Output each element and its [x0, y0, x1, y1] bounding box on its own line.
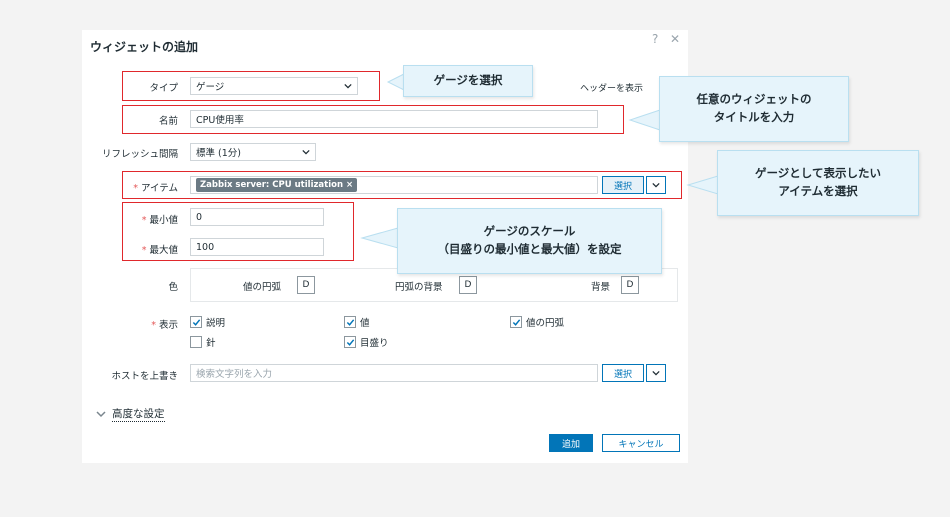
checkbox-label: 説明 [206, 318, 226, 329]
callout-type-text: ゲージを選択 [433, 73, 503, 88]
required-mark: * [151, 320, 156, 331]
show-value-checkbox[interactable]: 値 [344, 315, 370, 329]
callout-title-line2: タイトルを入力 [713, 110, 795, 124]
advanced-settings-toggle[interactable]: 高度な設定 [96, 406, 165, 422]
host-dropdown-button[interactable] [646, 364, 666, 382]
checkbox-label: 針 [206, 338, 216, 349]
refresh-select[interactable]: 標準 (1分) [190, 143, 316, 161]
chevron-down-icon [302, 149, 310, 155]
color-label-background: 背景 [591, 282, 611, 293]
callout-title-line1: 任意のウィジェットの [696, 92, 812, 107]
checkbox-box [190, 336, 202, 348]
advanced-settings-label: 高度な設定 [112, 408, 165, 422]
show-value-arc-checkbox[interactable]: 値の円弧 [510, 315, 564, 329]
check-icon [192, 318, 200, 326]
refresh-value: 標準 (1分) [196, 148, 241, 159]
callout-item-line2: アイテムを選択 [778, 184, 858, 198]
close-icon[interactable]: ✕ [670, 32, 680, 46]
add-button[interactable]: 追加 [549, 434, 593, 452]
callout-scale-line2: （目盛りの最小値と最大値）を設定 [437, 242, 622, 256]
callout-scale: ゲージのスケール （目盛りの最小値と最大値）を設定 [397, 208, 662, 274]
highlight-name [122, 105, 624, 134]
color-swatch-value-arc[interactable]: D [297, 276, 315, 294]
host-select-button[interactable]: 選択 [602, 364, 644, 382]
check-icon [346, 318, 354, 326]
checkbox-box [344, 336, 356, 348]
highlight-type [122, 71, 380, 101]
checkbox-label: 値 [360, 318, 370, 329]
checkbox-box [344, 316, 356, 328]
show-label: * 表示 [82, 317, 178, 331]
highlight-min-max [122, 202, 354, 261]
show-description-checkbox[interactable]: 説明 [190, 315, 225, 329]
callout-type: ゲージを選択 [403, 65, 533, 97]
dialog-title: ウィジェットの追加 [90, 40, 199, 54]
check-icon [512, 318, 520, 326]
checkbox-label: 値の円弧 [526, 318, 565, 329]
callout-pointer-item [686, 175, 719, 195]
help-icon[interactable]: ? [652, 32, 658, 46]
color-swatch-arc-background[interactable]: D [459, 276, 477, 294]
host-override-label: ホストを上書き [111, 371, 178, 382]
color-label-arc-background: 円弧の背景 [395, 282, 443, 293]
color-label-value-arc: 値の円弧 [243, 282, 282, 293]
checkbox-box [190, 316, 202, 328]
show-header-label[interactable]: ヘッダーを表示 [580, 81, 643, 94]
checkbox-box [510, 316, 522, 328]
show-needle-checkbox[interactable]: 針 [190, 335, 216, 349]
show-scale-checkbox[interactable]: 目盛り [344, 335, 389, 349]
callout-item: ゲージとして表示したい アイテムを選択 [717, 150, 919, 216]
color-label: 色 [168, 282, 178, 293]
check-icon [346, 338, 354, 346]
chevron-down-icon [96, 411, 106, 418]
callout-scale-line1: ゲージのスケール [483, 224, 576, 239]
cancel-button[interactable]: キャンセル [602, 434, 680, 452]
color-swatch-background[interactable]: D [621, 276, 639, 294]
callout-title: 任意のウィジェットの タイトルを入力 [659, 76, 849, 142]
callout-item-line1: ゲージとして表示したい [755, 166, 881, 181]
host-override-input[interactable]: 検索文字列を入力 [190, 364, 598, 382]
refresh-label: リフレッシュ間隔 [101, 149, 178, 160]
host-override-placeholder: 検索文字列を入力 [196, 369, 273, 380]
highlight-item [122, 171, 682, 199]
checkbox-label: 目盛り [360, 338, 389, 349]
show-label-text: 表示 [158, 320, 178, 331]
chevron-down-icon [652, 370, 660, 376]
